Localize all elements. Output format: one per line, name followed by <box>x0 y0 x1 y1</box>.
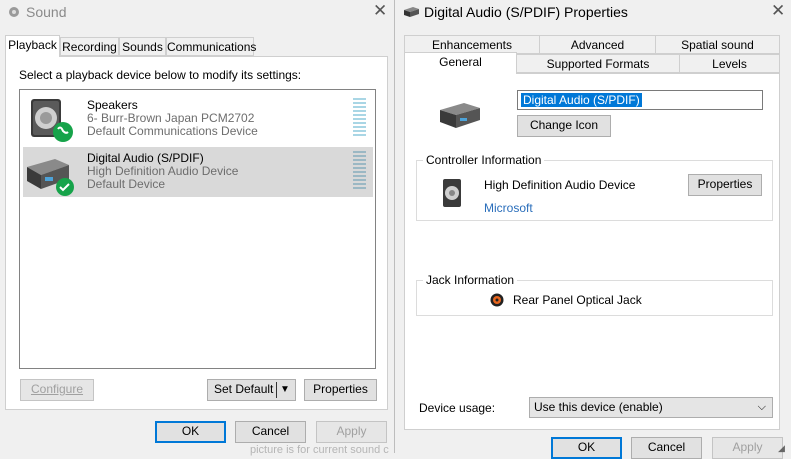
device-description: 6- Burr-Brown Japan PCM2702 <box>87 111 255 125</box>
jack-name: Rear Panel Optical Jack <box>513 293 642 307</box>
device-name: Speakers <box>87 98 138 112</box>
device-status: Default Communications Device <box>87 124 258 138</box>
ok-button[interactable]: OK <box>551 437 622 459</box>
tab-communications[interactable]: Communications <box>166 37 256 56</box>
controller-info-title: Controller Information <box>423 153 545 167</box>
tab-spatial-sound[interactable]: Spatial sound <box>655 35 780 54</box>
cancel-button[interactable]: Cancel <box>631 437 702 459</box>
device-icon <box>438 100 484 133</box>
device-description: High Definition Audio Device <box>87 164 239 178</box>
list-item[interactable]: Digital Audio (S/PDIF) High Definition A… <box>23 147 373 197</box>
controller-properties-button[interactable]: Properties <box>688 174 762 196</box>
device-name-field[interactable]: Digital Audio (S/PDIF) <box>517 90 763 110</box>
sound-title: Sound <box>26 4 67 20</box>
digital-audio-icon <box>25 153 75 200</box>
close-icon[interactable]: ✕ <box>771 2 785 20</box>
tab-playback[interactable]: Playback <box>5 35 60 57</box>
tab-sounds[interactable]: Sounds <box>119 37 166 56</box>
sound-dialog: Sound ✕ Playback Recording Sounds Commun… <box>0 0 395 456</box>
dropdown-arrow-icon[interactable]: ▼ <box>280 380 290 399</box>
optical-jack-icon <box>490 293 504 310</box>
controller-vendor: Microsoft <box>484 201 533 215</box>
properties-titlebar[interactable]: Digital Audio (S/PDIF) Properties ✕ <box>396 0 791 24</box>
level-meter <box>353 98 366 138</box>
sound-titlebar[interactable]: Sound ✕ <box>0 0 394 24</box>
device-status: Default Device <box>87 177 166 191</box>
device-usage-value: Use this device (enable) <box>534 400 663 414</box>
playback-panel: Select a playback device below to modify… <box>5 56 388 410</box>
resize-grip-icon[interactable]: ◢ <box>778 443 785 454</box>
properties-dialog: Digital Audio (S/PDIF) Properties ✕ Enha… <box>396 0 791 459</box>
general-panel: Digital Audio (S/PDIF) Change Icon Contr… <box>404 73 780 430</box>
level-meter <box>353 151 366 191</box>
properties-title: Digital Audio (S/PDIF) Properties <box>424 4 628 20</box>
instruction-text: Select a playback device below to modify… <box>19 68 302 82</box>
tab-levels[interactable]: Levels <box>679 54 780 73</box>
tab-recording[interactable]: Recording <box>60 37 119 56</box>
device-usage-select[interactable]: Use this device (enable) ⌵ <box>529 397 773 418</box>
tab-supported-formats[interactable]: Supported Formats <box>516 54 680 73</box>
cancel-button[interactable]: Cancel <box>235 421 306 443</box>
chevron-down-icon: ⌵ <box>757 401 766 413</box>
change-icon-button[interactable]: Change Icon <box>517 115 611 137</box>
set-default-label: Set Default <box>214 382 274 396</box>
apply-button[interactable]: Apply <box>316 421 387 443</box>
digital-audio-title-icon <box>404 6 420 21</box>
configure-button[interactable]: Configure <box>20 379 94 401</box>
device-name: Digital Audio (S/PDIF) <box>87 151 204 165</box>
jack-info-title: Jack Information <box>423 273 518 287</box>
background-text: picture is for current sound c <box>250 444 389 456</box>
jack-info-group: Jack Information Rear Panel Optical Jack <box>416 273 773 316</box>
tab-general[interactable]: General <box>404 52 517 74</box>
list-item[interactable]: Speakers 6- Burr-Brown Japan PCM2702 Def… <box>23 94 373 144</box>
controller-name: High Definition Audio Device <box>484 178 636 192</box>
device-list[interactable]: Speakers 6- Burr-Brown Japan PCM2702 Def… <box>19 89 376 369</box>
speaker-title-icon <box>8 6 20 21</box>
device-usage-label: Device usage: <box>419 401 496 415</box>
speaker-icon <box>27 97 75 146</box>
controller-speaker-icon <box>442 178 462 211</box>
properties-button[interactable]: Properties <box>304 379 377 401</box>
ok-button[interactable]: OK <box>155 421 226 443</box>
split-divider <box>276 382 277 398</box>
device-name-value: Digital Audio (S/PDIF) <box>521 93 642 107</box>
apply-button[interactable]: Apply <box>712 437 783 459</box>
controller-info-group: Controller Information High Definition A… <box>416 153 773 221</box>
tab-advanced[interactable]: Advanced <box>539 35 656 54</box>
close-icon[interactable]: ✕ <box>373 2 387 20</box>
set-default-button[interactable]: Set Default ▼ <box>207 379 296 401</box>
